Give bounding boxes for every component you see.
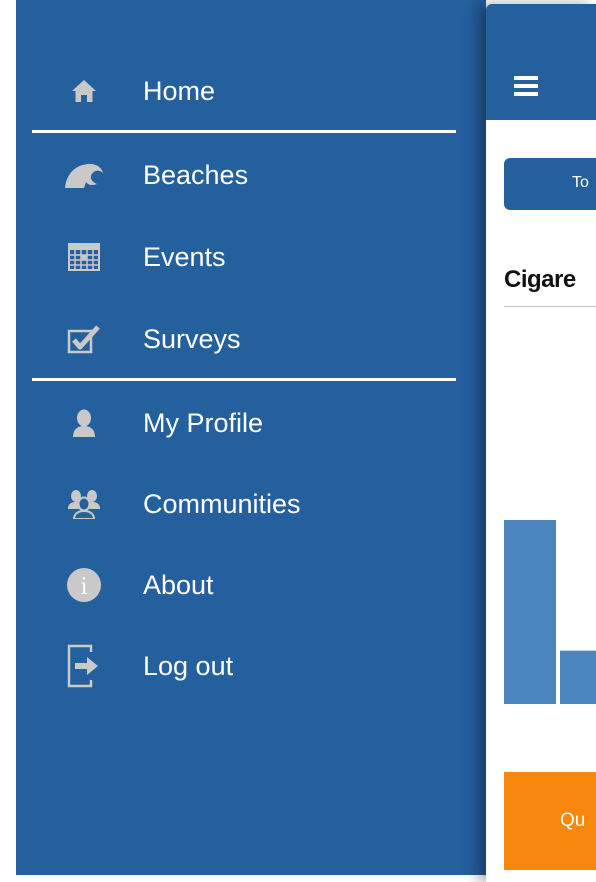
section-divider	[504, 306, 596, 307]
chart-bar	[504, 520, 556, 704]
menu-item-surveys[interactable]: Surveys	[16, 309, 486, 369]
calendar-icon	[64, 237, 104, 277]
tab-button-label: To	[572, 174, 589, 191]
action-button-label: Qu	[560, 810, 586, 831]
user-icon	[64, 403, 104, 443]
menu-item-beaches[interactable]: Beaches	[16, 145, 486, 205]
menu-label-events: Events	[143, 241, 226, 272]
menu-label-surveys: Surveys	[143, 323, 241, 354]
menu-item-communities[interactable]: Communities	[16, 474, 486, 534]
top-bar	[486, 4, 596, 120]
menu-label-beaches: Beaches	[143, 159, 249, 190]
home-icon	[64, 71, 104, 111]
menu-item-events[interactable]: Events	[16, 227, 486, 287]
menu-label-log-out: Log out	[143, 650, 234, 681]
hamburger-icon[interactable]	[514, 76, 538, 96]
menu-item-about[interactable]: i About	[16, 555, 486, 615]
main-panel: To Cigare Qu	[486, 4, 596, 882]
menu-item-my-profile[interactable]: My Profile	[16, 393, 486, 453]
menu-label-about: About	[143, 569, 214, 600]
side-menu: Home Beaches Events Surveys My Profile C…	[16, 0, 486, 875]
logout-icon	[64, 644, 104, 688]
menu-divider	[32, 130, 456, 133]
wave-icon	[64, 155, 104, 195]
menu-label-my-profile: My Profile	[143, 407, 264, 438]
svg-text:i: i	[80, 575, 87, 600]
info-icon: i	[64, 565, 104, 605]
action-button[interactable]: Qu	[504, 772, 596, 870]
menu-label-home: Home	[143, 75, 216, 106]
tab-button[interactable]: To	[504, 158, 596, 210]
menu-divider	[32, 378, 456, 381]
checkbox-icon	[64, 319, 104, 359]
section-title: Cigare	[504, 266, 576, 293]
menu-item-log-out[interactable]: Log out	[16, 636, 486, 696]
menu-item-home[interactable]: Home	[16, 61, 486, 121]
menu-label-communities: Communities	[143, 488, 301, 519]
group-icon	[64, 484, 104, 524]
bar-chart	[504, 520, 596, 704]
chart-bar	[560, 650, 596, 704]
